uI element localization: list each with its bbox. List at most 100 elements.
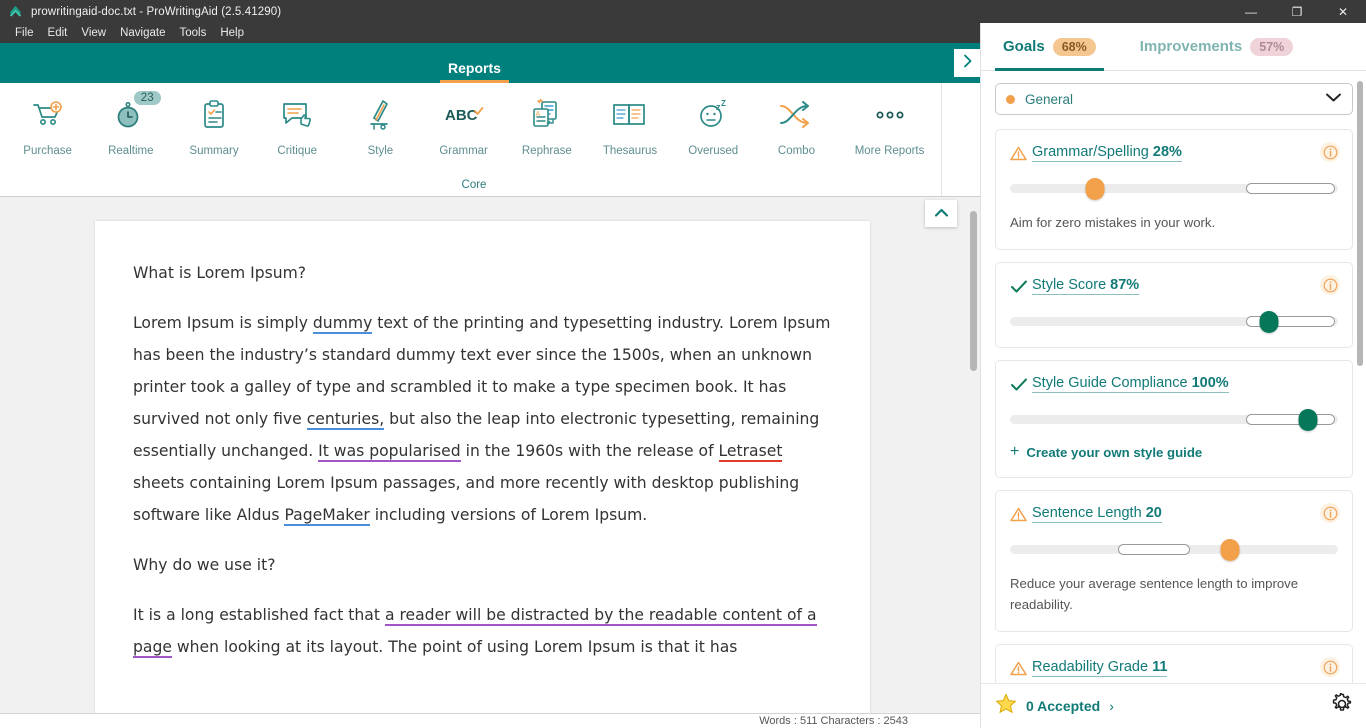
document-paragraph: Why do we use it? [133,549,832,581]
menu-navigate[interactable]: Navigate [113,25,172,41]
suggestion-span-blue[interactable]: centuries, [306,410,385,430]
ellipsis-icon [872,95,908,135]
ribbon-item-combo[interactable]: Combo [755,91,838,157]
chevron-up-icon [934,205,949,223]
panel-scrollbar-thumb[interactable] [1357,81,1363,366]
tab-goals[interactable]: Goals 68% [995,23,1104,71]
goal-type-dropdown[interactable]: General [995,83,1353,115]
tab-goals-score: 68% [1052,37,1096,56]
goal-name: Sentence Length [1032,505,1146,521]
info-circle-icon[interactable] [1320,142,1340,162]
check-icon [1010,377,1032,392]
create-style-guide-link[interactable]: + Create your own style guide [1010,443,1338,461]
minimize-button[interactable]: — [1228,0,1274,23]
menu-tools[interactable]: Tools [172,25,213,41]
ribbon-item-summary[interactable]: Summary [172,91,255,157]
goal-description: Aim for zero mistakes in your work. [1010,215,1216,230]
document-paragraph: Lorem Ipsum is simply dummy text of the … [133,307,832,531]
maximize-button[interactable]: ❐ [1274,0,1320,23]
goal-type-dot-icon [1006,94,1015,104]
chevron-right-icon: › [1109,698,1114,714]
goal-header: Sentence Length 20 [1010,505,1338,523]
plus-icon: + [1010,443,1020,460]
ribbon-collapse-button[interactable] [925,200,957,227]
ribbon-item-thesaurus[interactable]: Thesaurus [588,91,671,157]
application-window: prowritingaid-doc.txt - ProWritingAid (2… [0,0,1366,728]
goal-slider[interactable] [1010,409,1338,431]
text-run: when looking at its layout. The point of… [171,638,738,656]
goal-slider[interactable] [1010,178,1338,200]
slider-handle[interactable] [1220,539,1240,561]
document-page[interactable]: What is Lorem Ipsum? Lorem Ipsum is simp… [95,221,870,713]
ribbon-item-purchase[interactable]: Purchase [6,91,89,157]
ribbon-item-grammar[interactable]: ABC Grammar [422,91,505,157]
tab-improvements-label: Improvements [1139,38,1243,55]
goal-title[interactable]: Style Guide Compliance 100% [1032,375,1229,393]
ribbon-item-more-reports[interactable]: More Reports [838,91,941,157]
close-button[interactable]: ✕ [1320,0,1366,23]
slider-handle[interactable] [1298,409,1318,431]
menu-file[interactable]: File [8,25,41,41]
shopping-cart-icon [31,95,65,135]
status-bar: Words : 511 Characters : 2543 [0,713,980,728]
window-title: prowritingaid-doc.txt - ProWritingAid (2… [31,5,282,18]
ribbon-tab-strip: Reports [0,43,980,83]
gear-icon[interactable] [1331,691,1353,720]
goal-card-grammar-spelling: Grammar/Spelling 28% Aim for zero mistak… [995,129,1353,250]
prowritingaid-logo-icon [5,4,25,20]
ribbon-item-style[interactable]: Style [339,91,422,157]
text-run: Why do we use it? [133,556,276,574]
ribbon-item-overused[interactable]: z Z Overused [672,91,755,157]
goal-title[interactable]: Style Score 87% [1032,277,1140,295]
slider-handle[interactable] [1259,311,1279,333]
ribbon-item-realtime[interactable]: 23 Realtime [89,91,172,157]
stopwatch-icon: 23 [114,91,161,135]
goal-header: Readability Grade 11 [1010,659,1338,677]
info-circle-icon[interactable] [1320,503,1340,523]
goal-title[interactable]: Readability Grade 11 [1032,659,1168,677]
goal-title[interactable]: Grammar/Spelling 28% [1032,144,1182,162]
menu-view[interactable]: View [74,25,113,41]
documents-swap-icon: A [530,95,564,135]
ribbon-item-critique[interactable]: Critique [256,91,339,157]
info-circle-icon[interactable] [1320,275,1340,295]
text-run: including versions of Lorem Ipsum. [369,506,648,524]
ribbon-label-rephrase: Rephrase [521,145,572,157]
ribbon-item-rephrase[interactable]: A Rephrase [505,91,588,157]
menu-help[interactable]: Help [213,25,251,41]
analysis-panel: Goals 68% Improvements 57% General Gramm… [980,23,1366,728]
slider-target-zone [1118,544,1191,555]
warning-triangle-icon [1010,146,1032,161]
svg-text:ABC: ABC [445,107,478,124]
tab-reports[interactable]: Reports [440,60,509,83]
document-scrollbar-thumb[interactable] [970,211,977,371]
suggestion-span-red[interactable]: Letraset [718,442,783,462]
suggestion-span-blue[interactable]: PageMaker [284,506,370,526]
suggestion-span-blue[interactable]: dummy [312,314,373,334]
panel-tab-strip: Goals 68% Improvements 57% [981,23,1366,71]
accepted-summary[interactable]: 0 Accepted › [995,693,1114,719]
chevron-right-icon [961,53,974,74]
panel-expand-button[interactable] [954,49,980,77]
goal-slider[interactable] [1010,539,1338,561]
text-run: It is a long established fact that [133,606,385,624]
goal-slider[interactable] [1010,311,1338,333]
goal-name: Style Score [1032,277,1111,293]
ribbon-label-overused: Overused [688,145,739,157]
clipboard-icon [199,95,229,135]
suggestion-span-purple[interactable]: It was popularised [318,442,461,462]
goal-card-style-score: Style Score 87% [995,262,1353,348]
slider-target-zone [1246,414,1335,425]
slider-handle[interactable] [1085,178,1105,200]
ribbon-label-critique: Critique [277,145,318,157]
ribbon-label-grammar: Grammar [439,145,488,157]
panel-footer: 0 Accepted › [981,683,1366,728]
accepted-count-label: 0 Accepted [1026,698,1101,714]
tab-improvements[interactable]: Improvements 57% [1132,23,1302,71]
menu-edit[interactable]: Edit [41,25,75,41]
goal-title[interactable]: Sentence Length 20 [1032,505,1162,523]
ribbon-label-realtime: Realtime [108,145,154,157]
goals-list: General Grammar/Spelling 28% Aim for zer… [981,71,1366,683]
goal-value: 28% [1152,144,1182,160]
info-circle-icon[interactable] [1320,657,1340,677]
